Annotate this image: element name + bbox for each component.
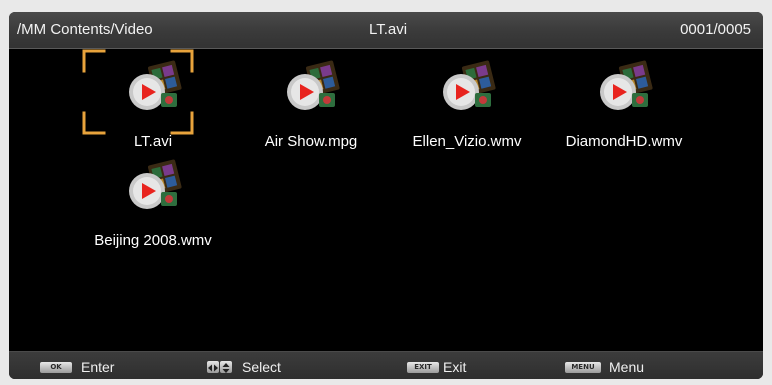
- hint-exit-label: Exit: [443, 359, 467, 375]
- folder-path: /MM Contents/Video: [17, 21, 153, 38]
- file-item-air-show[interactable]: Air Show.mpg: [236, 54, 386, 154]
- hint-select: Select: [207, 358, 281, 376]
- hint-select-label: Select: [242, 359, 281, 375]
- hint-enter: OK Enter: [40, 358, 114, 376]
- media-browser-screen: /MM Contents/Video LT.avi 0001/0005 LT.a…: [9, 12, 763, 379]
- file-item-ellen-vizio[interactable]: Ellen_Vizio.wmv: [392, 54, 542, 154]
- video-file-icon: [129, 159, 182, 209]
- left-right-arrows-icon: [207, 361, 219, 373]
- menu-key-icon: MENU: [565, 361, 601, 373]
- hint-enter-label: Enter: [81, 359, 115, 375]
- hint-menu-label: Menu: [609, 359, 645, 375]
- ok-key-icon: OK: [40, 361, 72, 373]
- video-file-icon: [287, 60, 340, 110]
- file-item-beijing-2008[interactable]: Beijing 2008.wmv: [78, 153, 228, 253]
- file-label: Air Show.mpg: [264, 133, 358, 150]
- footer-hint-bar: OK Enter Select EXIT Exit MENU Menu: [9, 351, 763, 379]
- file-grid: LT.avi Air Show.mpg Ellen_Vizio.wmv Diam…: [9, 49, 763, 344]
- hint-exit: EXIT Exit: [407, 358, 466, 376]
- file-label: Ellen_Vizio.wmv: [412, 133, 522, 150]
- file-counter: 0001/0005: [680, 21, 751, 38]
- video-file-icon: [443, 60, 496, 110]
- header-bar: /MM Contents/Video LT.avi 0001/0005: [9, 12, 763, 49]
- file-label: LT.avi: [133, 133, 173, 150]
- video-file-icon: [600, 60, 653, 110]
- file-label: Beijing 2008.wmv: [94, 232, 212, 249]
- file-label: DiamondHD.wmv: [565, 133, 683, 150]
- selected-file-title: LT.avi: [369, 21, 408, 38]
- hint-menu: MENU Menu: [565, 358, 644, 376]
- video-file-icon: [129, 60, 182, 110]
- exit-key-icon: EXIT: [407, 361, 439, 373]
- file-item-diamondhd[interactable]: DiamondHD.wmv: [549, 54, 699, 154]
- up-down-arrows-icon: [220, 361, 232, 373]
- file-item-lt-avi[interactable]: LT.avi: [78, 54, 228, 154]
